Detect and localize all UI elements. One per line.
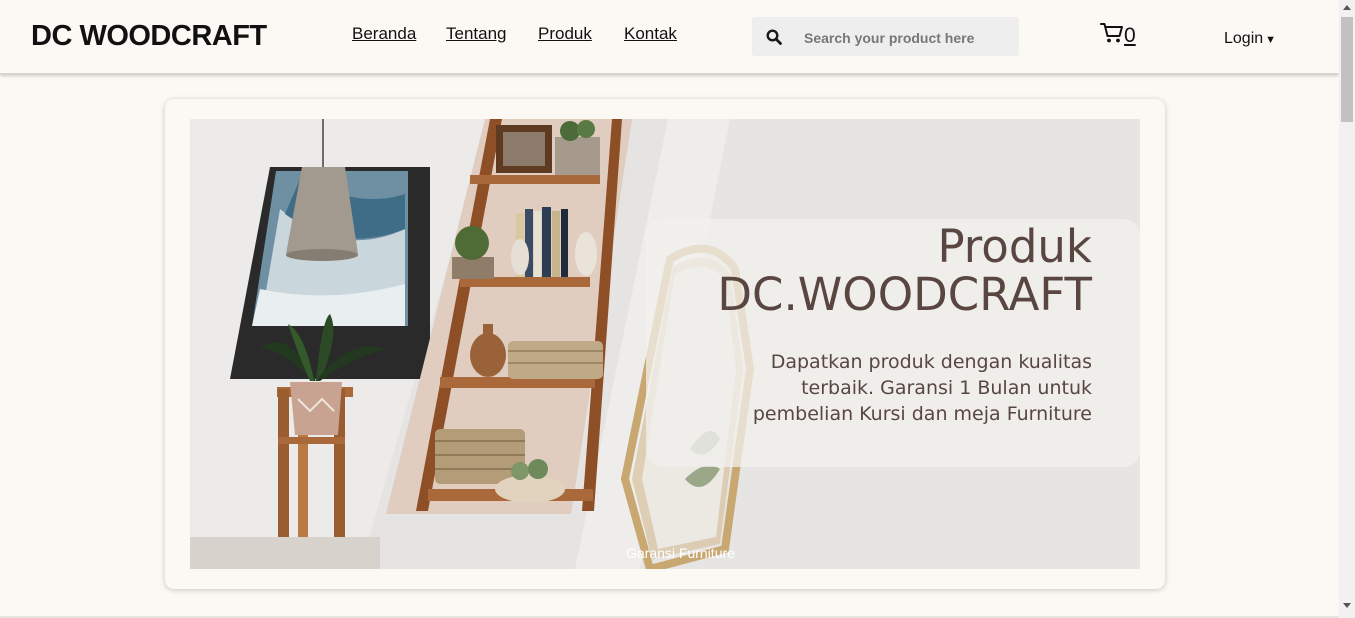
scrollbar[interactable] — [1339, 0, 1355, 618]
hero-banner: Produk DC.WOODCRAFT Dapatkan produk deng… — [190, 119, 1140, 569]
search-icon[interactable] — [766, 29, 782, 50]
search-input[interactable] — [802, 26, 1011, 50]
cart-button[interactable]: 0 — [1100, 22, 1136, 49]
cart-count[interactable]: 0 — [1124, 24, 1136, 48]
search-box — [752, 17, 1019, 56]
hero-caption: Garansi Furniture — [626, 545, 735, 561]
nav-link-produk[interactable]: Produk — [538, 24, 592, 44]
nav-link-tentang[interactable]: Tentang — [446, 24, 507, 44]
hero-description: Dapatkan produk dengan kualitas terbaik.… — [752, 351, 1092, 425]
hero-title: Produk DC.WOODCRAFT — [717, 223, 1092, 319]
login-dropdown[interactable]: Login ▼ — [1224, 30, 1276, 48]
hero-title-line-1: Produk — [937, 220, 1092, 273]
scroll-thumb[interactable] — [1341, 17, 1353, 122]
navbar: DC WOODCRAFT Beranda Tentang Produk Kont… — [0, 0, 1339, 74]
scroll-up-arrow-icon[interactable] — [1343, 5, 1351, 10]
scroll-down-arrow-icon[interactable] — [1343, 603, 1351, 608]
brand-logo[interactable]: DC WOODCRAFT — [31, 20, 267, 53]
caret-down-icon: ▼ — [1265, 34, 1277, 46]
nav-link-kontak[interactable]: Kontak — [624, 24, 677, 44]
login-label: Login — [1224, 30, 1264, 47]
hero-title-line-2: DC.WOODCRAFT — [717, 268, 1092, 321]
nav-link-beranda[interactable]: Beranda — [352, 24, 416, 44]
cart-icon — [1100, 23, 1124, 48]
